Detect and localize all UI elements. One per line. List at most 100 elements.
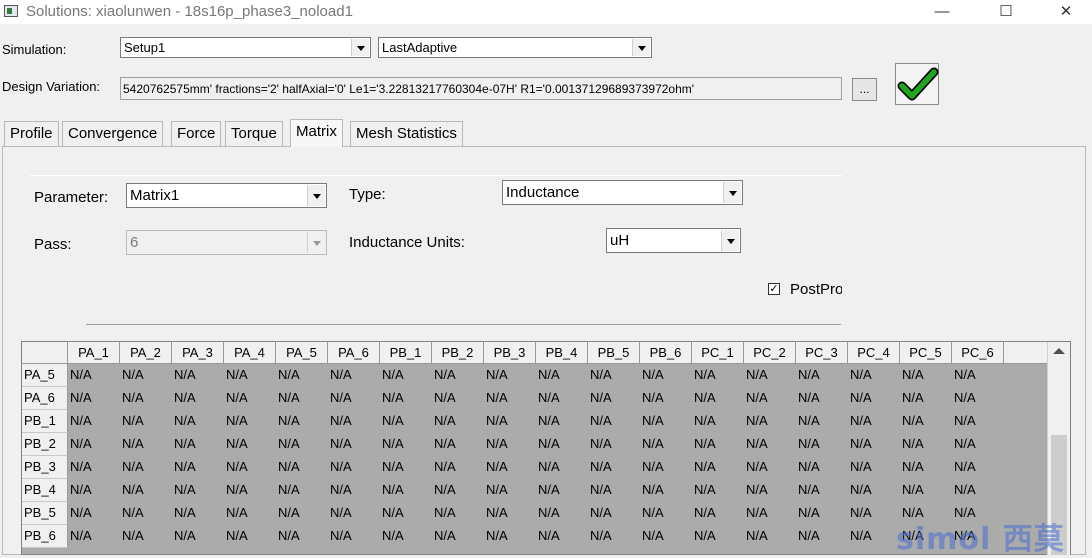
table-cell[interactable]: N/A [538, 410, 560, 432]
table-cell[interactable]: N/A [902, 410, 924, 432]
table-cell[interactable]: N/A [122, 433, 144, 455]
table-cell[interactable]: N/A [590, 502, 612, 524]
column-header[interactable]: PC_3 [796, 342, 848, 364]
table-cell[interactable]: N/A [174, 364, 196, 386]
table-cell[interactable]: N/A [694, 456, 716, 478]
table-cell[interactable]: N/A [122, 410, 144, 432]
table-cell[interactable]: N/A [330, 456, 352, 478]
table-cell[interactable]: N/A [642, 479, 664, 501]
table-cell[interactable]: N/A [434, 456, 456, 478]
table-cell[interactable]: N/A [746, 456, 768, 478]
table-cell[interactable]: N/A [694, 479, 716, 501]
column-header[interactable]: PA_4 [224, 342, 276, 364]
table-cell[interactable]: N/A [746, 387, 768, 409]
simulation-solution-select[interactable]: LastAdaptive [378, 37, 652, 58]
table-cell[interactable]: N/A [902, 433, 924, 455]
table-cell[interactable]: N/A [278, 387, 300, 409]
column-header[interactable]: PB_5 [588, 342, 640, 364]
table-cell[interactable]: N/A [122, 364, 144, 386]
table-cell[interactable]: N/A [486, 456, 508, 478]
table-cell[interactable]: N/A [70, 433, 92, 455]
table-cell[interactable]: N/A [850, 387, 872, 409]
table-cell[interactable]: N/A [746, 502, 768, 524]
table-cell[interactable]: N/A [434, 502, 456, 524]
table-cell[interactable]: N/A [590, 433, 612, 455]
table-cell[interactable]: N/A [486, 410, 508, 432]
minimize-button[interactable]: — [922, 2, 962, 22]
table-cell[interactable]: N/A [850, 410, 872, 432]
table-cell[interactable]: N/A [278, 364, 300, 386]
table-cell[interactable]: N/A [122, 502, 144, 524]
table-cell[interactable]: N/A [694, 410, 716, 432]
table-cell[interactable]: N/A [226, 433, 248, 455]
table-cell[interactable]: N/A [174, 456, 196, 478]
table-cell[interactable]: N/A [486, 387, 508, 409]
maximize-button[interactable]: ☐ [986, 2, 1026, 22]
table-cell[interactable]: N/A [694, 433, 716, 455]
column-header[interactable]: PA_5 [276, 342, 328, 364]
column-header[interactable]: PA_1 [68, 342, 120, 364]
table-cell[interactable]: N/A [70, 479, 92, 501]
row-header[interactable]: PB_5 [22, 502, 68, 525]
table-cell[interactable]: N/A [278, 502, 300, 524]
table-cell[interactable]: N/A [174, 410, 196, 432]
table-cell[interactable]: N/A [174, 525, 196, 547]
table-cell[interactable]: N/A [902, 387, 924, 409]
table-cell[interactable]: N/A [642, 525, 664, 547]
table-cell[interactable]: N/A [122, 479, 144, 501]
table-cell[interactable]: N/A [382, 410, 404, 432]
table-cell[interactable]: N/A [642, 433, 664, 455]
table-cell[interactable]: N/A [642, 387, 664, 409]
table-cell[interactable]: N/A [434, 479, 456, 501]
table-cell[interactable]: N/A [590, 456, 612, 478]
table-cell[interactable]: N/A [486, 433, 508, 455]
table-cell[interactable]: N/A [330, 502, 352, 524]
column-header[interactable]: PB_2 [432, 342, 484, 364]
column-header[interactable]: PB_4 [536, 342, 588, 364]
table-cell[interactable]: N/A [590, 364, 612, 386]
table-cell[interactable]: N/A [642, 364, 664, 386]
column-header[interactable]: PB_1 [380, 342, 432, 364]
table-cell[interactable]: N/A [538, 456, 560, 478]
table-cell[interactable]: N/A [538, 525, 560, 547]
table-cell[interactable]: N/A [330, 387, 352, 409]
table-cell[interactable]: N/A [226, 410, 248, 432]
table-cell[interactable]: N/A [538, 433, 560, 455]
table-cell[interactable]: N/A [434, 364, 456, 386]
postpro-checkbox[interactable]: ✓ [768, 283, 780, 295]
column-header[interactable]: PC_5 [900, 342, 952, 364]
row-header[interactable]: PB_3 [22, 456, 68, 479]
table-cell[interactable]: N/A [798, 525, 820, 547]
table-cell[interactable]: N/A [798, 502, 820, 524]
parameter-select[interactable]: Matrix1 [126, 183, 327, 208]
table-cell[interactable]: N/A [850, 479, 872, 501]
table-cell[interactable]: N/A [174, 433, 196, 455]
table-cell[interactable]: N/A [694, 387, 716, 409]
table-cell[interactable]: N/A [382, 502, 404, 524]
table-cell[interactable]: N/A [954, 456, 976, 478]
column-header[interactable]: PC_1 [692, 342, 744, 364]
inductance-units-select[interactable]: uH [606, 228, 741, 253]
table-cell[interactable]: N/A [486, 502, 508, 524]
table-cell[interactable]: N/A [694, 502, 716, 524]
table-cell[interactable]: N/A [694, 364, 716, 386]
table-cell[interactable]: N/A [954, 479, 976, 501]
table-cell[interactable]: N/A [850, 433, 872, 455]
table-cell[interactable]: N/A [798, 387, 820, 409]
table-cell[interactable]: N/A [590, 479, 612, 501]
table-cell[interactable]: N/A [278, 456, 300, 478]
table-cell[interactable]: N/A [70, 456, 92, 478]
table-cell[interactable]: N/A [954, 387, 976, 409]
table-cell[interactable]: N/A [278, 479, 300, 501]
simulation-setup-select[interactable]: Setup1 [120, 37, 371, 58]
table-cell[interactable]: N/A [798, 456, 820, 478]
tab-force[interactable]: Force [171, 121, 222, 146]
table-cell[interactable]: N/A [278, 410, 300, 432]
table-cell[interactable]: N/A [382, 456, 404, 478]
table-cell[interactable]: N/A [954, 433, 976, 455]
column-header[interactable]: PA_2 [120, 342, 172, 364]
design-variation-field[interactable]: 5420762575mm' fractions='2' halfAxial='0… [120, 77, 842, 100]
column-header[interactable]: PC_6 [952, 342, 1004, 364]
column-header[interactable]: PC_4 [848, 342, 900, 364]
table-cell[interactable]: N/A [174, 479, 196, 501]
